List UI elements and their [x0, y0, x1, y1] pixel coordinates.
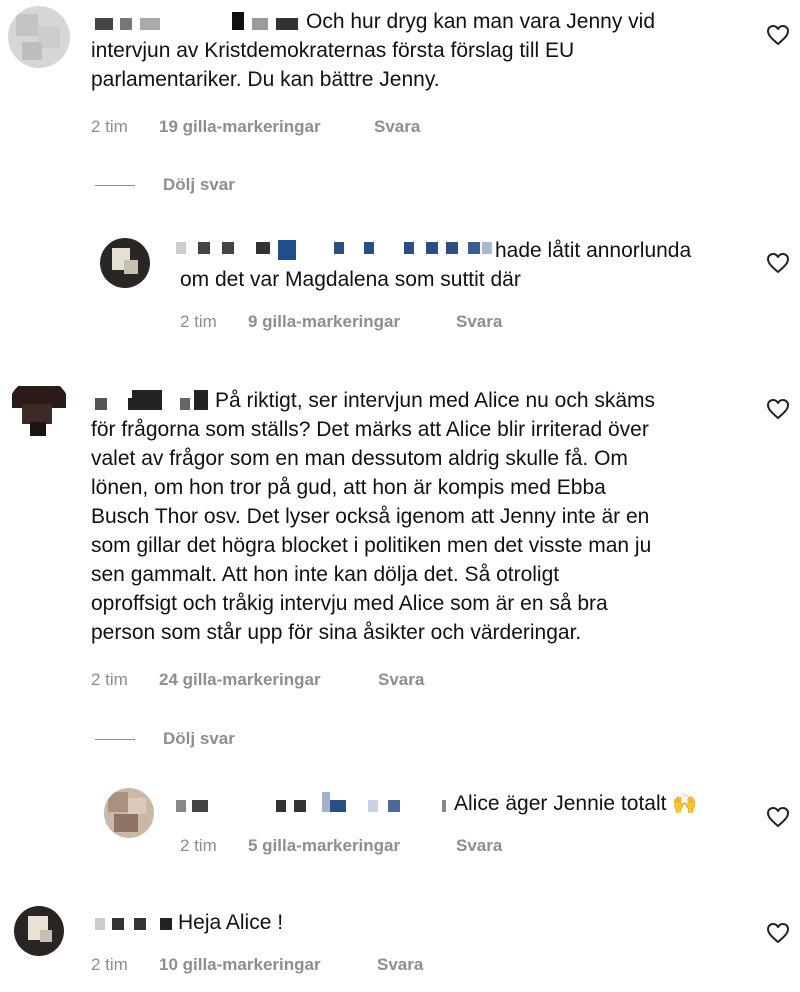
heart-outline-icon[interactable] — [766, 24, 790, 46]
timestamp: 2 tim — [180, 836, 217, 855]
timestamp: 2 tim — [91, 955, 128, 974]
timestamp: 2 tim — [180, 312, 217, 331]
comment-text-line: intervjun av Kristdemokraternas första f… — [91, 39, 575, 62]
comment-meta: 2 tim 5 gilla-markeringar Svara — [180, 836, 502, 856]
comment-text-line: Alice äger Jennie totalt 🙌 — [454, 790, 697, 819]
hide-replies-button[interactable]: Dölj svar — [95, 729, 235, 749]
heart-outline-icon[interactable] — [766, 252, 790, 274]
comment-text-line: om det var Magdalena som suttit där — [180, 268, 521, 291]
hide-replies-label: Dölj svar — [163, 175, 235, 194]
comment-text-line: person som står upp för sina åsikter och… — [91, 621, 582, 644]
likes-count[interactable]: 10 gilla-markeringar — [159, 955, 377, 975]
likes-count[interactable]: 19 gilla-markeringar — [159, 117, 374, 137]
likes-count[interactable]: 5 gilla-markeringar — [248, 836, 456, 856]
comment-text-line: parlamentariker. Du kan bättre Jenny. — [91, 68, 440, 91]
comment-meta: 2 tim 9 gilla-markeringar Svara — [180, 312, 502, 332]
heart-outline-icon[interactable] — [766, 398, 790, 420]
avatar[interactable] — [104, 788, 154, 838]
reply-button[interactable]: Svara — [456, 312, 502, 332]
comment-text-line: som gillar det högra blocket i politiken… — [91, 534, 652, 557]
comment-text-line: hade låtit annorlunda — [495, 239, 692, 262]
timestamp: 2 tim — [91, 670, 128, 689]
comment-text-line: Heja Alice ! — [178, 911, 284, 934]
avatar[interactable] — [8, 900, 70, 962]
raising-hands-emoji: 🙌 — [672, 793, 698, 815]
avatar[interactable] — [8, 6, 70, 68]
hide-replies-button[interactable]: Dölj svar — [95, 175, 235, 195]
divider — [95, 738, 135, 740]
divider — [95, 184, 135, 186]
comment-text-line: valet av frågor som en man dessutom aldr… — [91, 447, 628, 470]
heart-outline-icon[interactable] — [766, 806, 790, 828]
reply-button[interactable]: Svara — [377, 955, 423, 975]
timestamp: 2 tim — [91, 117, 128, 136]
avatar[interactable] — [94, 232, 156, 294]
reply-button[interactable]: Svara — [456, 836, 502, 856]
hide-replies-label: Dölj svar — [163, 729, 235, 748]
comment-text-line: På riktigt, ser intervjun med Alice nu o… — [215, 389, 656, 412]
heart-outline-icon[interactable] — [766, 922, 790, 944]
comment-meta: 2 tim 24 gilla-markeringar Svara — [91, 670, 424, 690]
comment-text-line: Busch Thor osv. Det lyser också igenom a… — [91, 505, 650, 528]
comment-text-line: lönen, om hon tror på gud, att hon är ko… — [91, 476, 606, 499]
comment-text-line: sen gammalt. Att hon inte kan dölja det.… — [91, 563, 560, 586]
comment-meta: 2 tim 10 gilla-markeringar Svara — [91, 955, 423, 975]
comment-text-line: för frågorna som ställs? Det märks att A… — [91, 418, 649, 441]
likes-count[interactable]: 9 gilla-markeringar — [248, 312, 456, 332]
comment-text-line: oproffsigt och tråkig intervju med Alice… — [91, 592, 608, 615]
reply-button[interactable]: Svara — [378, 670, 424, 690]
comment-text-line: Och hur dryg kan man vara Jenny vid — [306, 10, 656, 33]
comment-meta: 2 tim 19 gilla-markeringar Svara — [91, 117, 420, 137]
likes-count[interactable]: 24 gilla-markeringar — [159, 670, 378, 690]
avatar[interactable] — [8, 378, 70, 440]
reply-button[interactable]: Svara — [374, 117, 420, 137]
comment-text: Alice äger Jennie totalt — [454, 792, 667, 815]
